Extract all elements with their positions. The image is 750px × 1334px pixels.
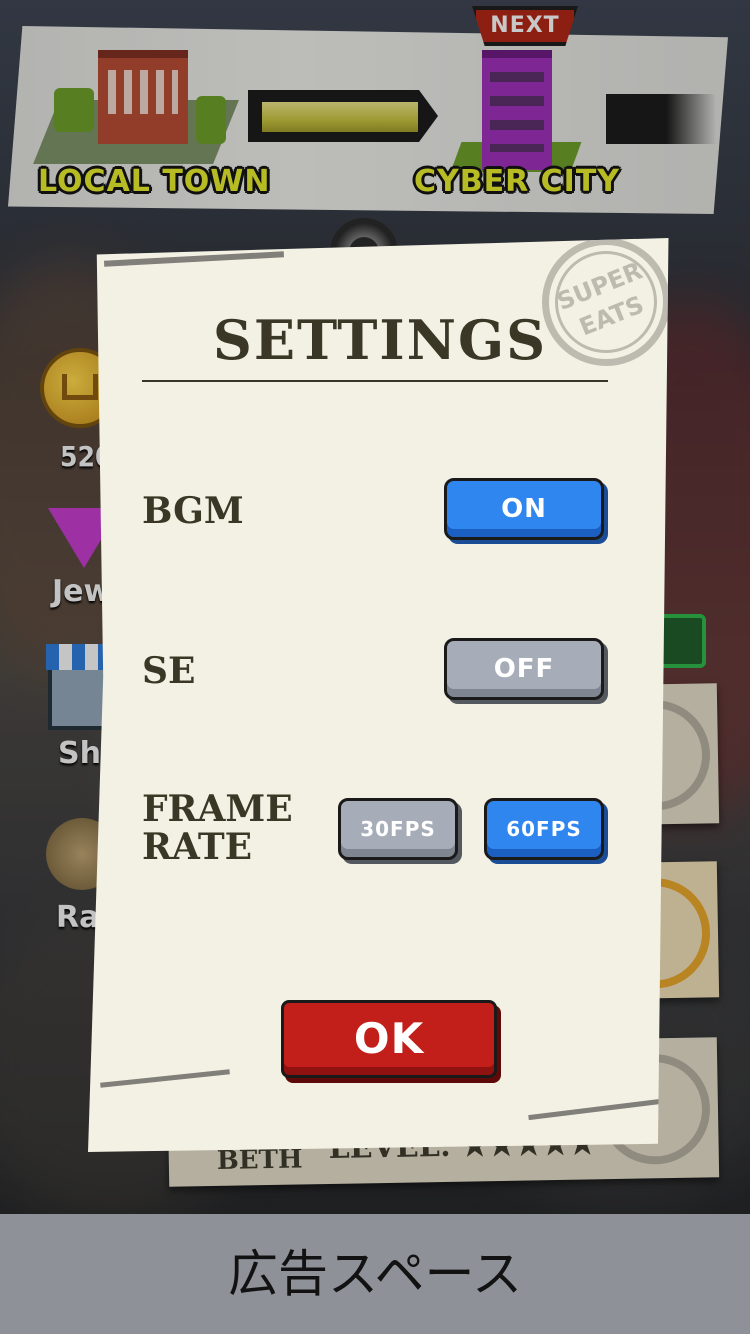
title-divider [142,380,608,382]
bgm-toggle-button[interactable]: ON [444,478,604,540]
se-label: SE [142,650,196,692]
frame-rate-label: FRAME RATE [142,790,302,866]
bgm-label: BGM [142,490,244,532]
frame-rate-label-line1: FRAME [142,788,293,830]
fps-30-button[interactable]: 30FPS [338,798,458,860]
settings-dialog: SUPER EATS SETTINGS BGM ON SE OFF FRAME … [88,238,669,1152]
se-toggle-button[interactable]: OFF [444,638,604,700]
frame-rate-label-line2: RATE [142,826,253,868]
ad-banner[interactable]: 広告スペース [0,1214,750,1334]
ad-placeholder-text: 広告スペース [228,1245,522,1303]
paper-tear [528,1096,669,1121]
paper-tear [100,1069,230,1088]
fps-60-button[interactable]: 60FPS [484,798,604,860]
paper-tear [103,251,285,267]
ok-button[interactable]: OK [281,1000,497,1078]
dialog-title: SETTINGS [212,308,548,372]
